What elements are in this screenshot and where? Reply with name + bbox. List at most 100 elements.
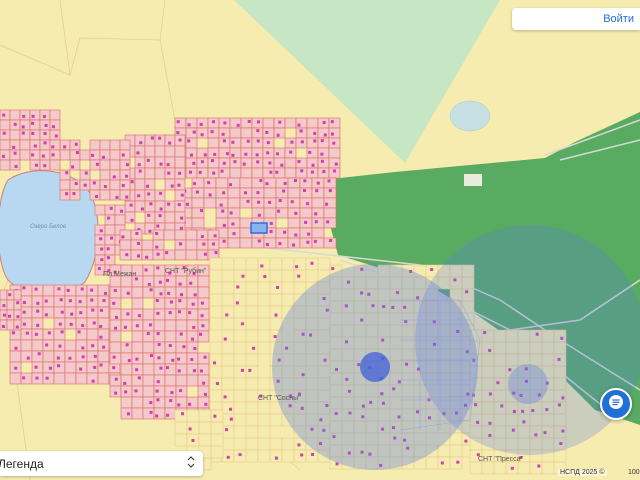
parcel: [209, 293, 223, 307]
building: [235, 301, 239, 305]
parcel: [49, 109, 61, 121]
building: [80, 287, 84, 291]
parcel: [174, 145, 186, 158]
building: [13, 122, 17, 126]
parcel: [163, 229, 176, 241]
building: [191, 337, 195, 341]
building: [314, 220, 318, 224]
building: [278, 199, 282, 203]
building: [176, 120, 180, 124]
building: [166, 413, 170, 417]
building: [159, 191, 163, 195]
building: [135, 231, 139, 235]
building: [202, 242, 206, 246]
parcel: [59, 139, 71, 151]
building: [74, 142, 78, 146]
building: [169, 300, 173, 304]
building: [213, 361, 217, 365]
building: [100, 258, 104, 262]
cadastral-map[interactable]: Озеро Белое СНТ "Рубин" СНТ "Сосны" СНТ …: [0, 0, 640, 480]
parcel: [317, 147, 330, 159]
parcel: [221, 365, 235, 379]
parcel: [299, 237, 313, 249]
building: [241, 274, 245, 278]
parcel: [119, 229, 132, 241]
building: [99, 229, 103, 233]
legend-toggle[interactable]: Легенда: [0, 451, 203, 476]
parcel: [210, 421, 224, 435]
parcel: [164, 178, 176, 191]
login-button[interactable]: Войти: [512, 8, 640, 30]
parcel: [109, 169, 121, 181]
parcel: [257, 317, 271, 331]
building: [115, 315, 119, 319]
building: [37, 352, 41, 356]
building: [14, 346, 18, 350]
building: [181, 412, 185, 416]
building: [203, 153, 207, 157]
parcel: [164, 396, 177, 409]
parcel: [20, 295, 33, 308]
parcel: [209, 305, 223, 319]
building: [192, 130, 196, 134]
parcel: [186, 409, 200, 423]
parcel: [64, 306, 77, 319]
parcel: [109, 139, 121, 151]
selected-parcel[interactable]: [250, 222, 268, 234]
building: [155, 299, 159, 303]
building: [244, 191, 248, 195]
parcel: [245, 377, 259, 391]
building: [112, 301, 116, 305]
building: [146, 158, 150, 162]
building: [8, 293, 12, 297]
building: [537, 464, 541, 468]
building: [146, 332, 150, 336]
chat-button[interactable]: [600, 388, 632, 420]
building: [31, 121, 35, 125]
parcel: [104, 214, 116, 226]
parcel: [229, 127, 242, 139]
building: [222, 161, 226, 165]
building: [198, 170, 202, 174]
building: [266, 141, 270, 145]
building: [26, 356, 30, 360]
parcel: [287, 187, 301, 199]
building: [204, 402, 208, 406]
snt-label-pressa: СНТ "Пресса": [478, 456, 524, 463]
parcel: [75, 284, 88, 297]
parcel: [517, 461, 531, 475]
building: [238, 453, 242, 457]
building: [156, 266, 160, 270]
parcel: [257, 293, 271, 307]
parcel: [197, 385, 210, 398]
parcel: [275, 197, 289, 209]
parcel: [31, 295, 44, 308]
parcel: [257, 425, 271, 439]
parcel: [119, 189, 131, 201]
parcel: [42, 339, 55, 352]
building: [329, 239, 333, 243]
parcel: [245, 341, 259, 355]
parcel: [13, 289, 22, 301]
building: [22, 114, 26, 118]
parcel: [275, 237, 289, 249]
parcel: [287, 217, 301, 229]
building: [81, 324, 85, 328]
building: [45, 376, 49, 380]
building: [114, 391, 118, 395]
parcel: [233, 413, 247, 427]
parcel: [269, 281, 283, 295]
building: [92, 321, 96, 325]
parcel: [185, 249, 198, 261]
parcel: [245, 425, 259, 439]
building: [225, 313, 229, 317]
parcel: [245, 353, 259, 367]
parcel: [99, 149, 111, 161]
building: [107, 216, 111, 220]
building: [147, 282, 151, 286]
parcel: [164, 211, 176, 224]
parcel: [175, 363, 188, 376]
building: [202, 381, 206, 385]
building: [77, 330, 81, 334]
parcel: [239, 237, 253, 249]
